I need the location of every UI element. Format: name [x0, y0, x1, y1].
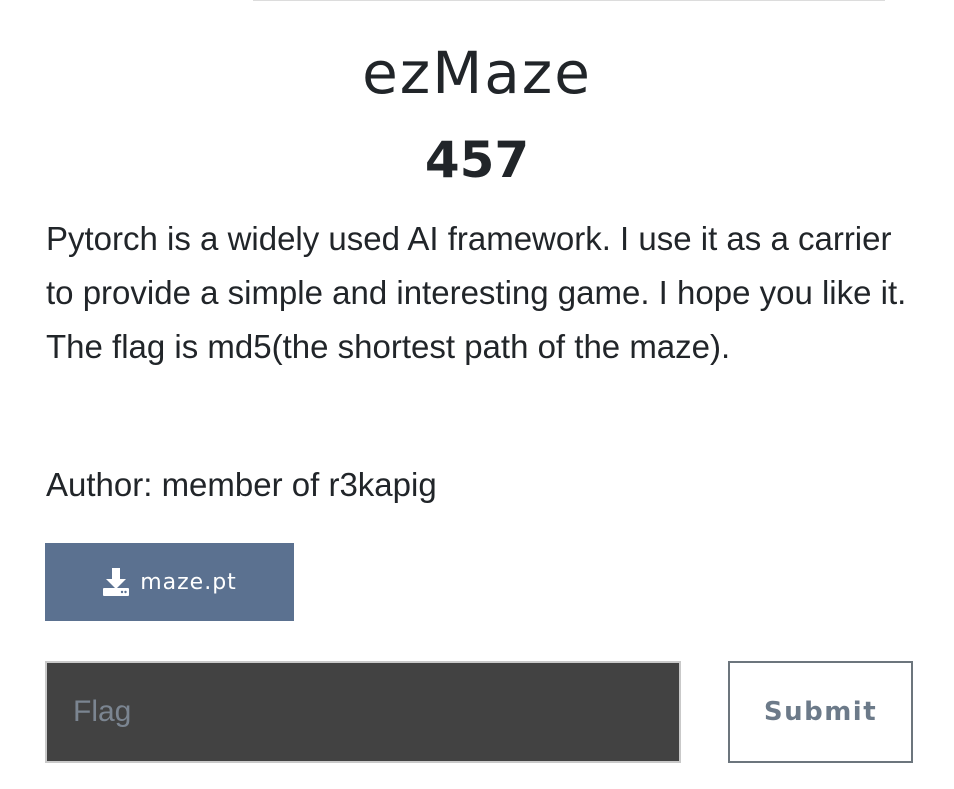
download-attachment-label: maze.pt	[140, 569, 237, 595]
flag-input[interactable]	[45, 661, 681, 763]
top-divider	[253, 0, 885, 1]
challenge-author: Author: member of r3kapig	[46, 466, 437, 503]
submit-button[interactable]: Submit	[728, 661, 913, 763]
challenge-description: Pytorch is a widely used AI framework. I…	[46, 220, 907, 365]
download-icon	[102, 567, 130, 597]
challenge-points: 457	[424, 131, 530, 189]
download-attachment-button[interactable]: maze.pt	[45, 543, 294, 621]
challenge-title: ezMaze	[362, 39, 592, 107]
